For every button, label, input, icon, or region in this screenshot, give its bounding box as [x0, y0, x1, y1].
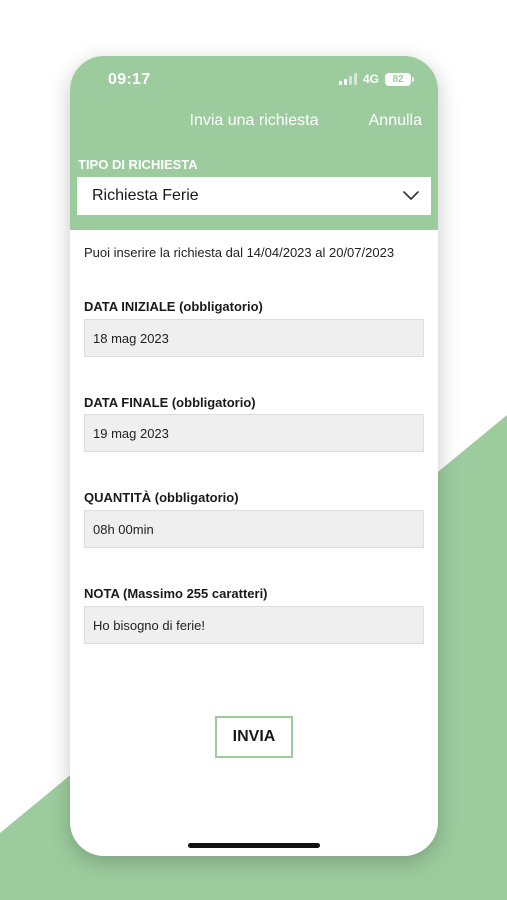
end-date-label: DATA FINALE (obbligatorio) — [84, 395, 256, 410]
note-field[interactable]: Ho bisogno di ferie! — [84, 606, 424, 644]
date-range-info: Puoi inserire la richiesta dal 14/04/202… — [84, 245, 395, 260]
signal-icon — [338, 73, 357, 85]
end-date-field[interactable]: 19 mag 2023 — [84, 414, 424, 452]
battery-icon: 82 — [385, 72, 414, 86]
network-type: 4G — [362, 72, 379, 86]
note-label: NOTA (Massimo 255 caratteri) — [84, 586, 268, 601]
cancel-button[interactable]: Annulla — [369, 112, 422, 130]
status-indicators: 4G 82 — [338, 72, 414, 86]
request-type-value: Richiesta Ferie — [92, 187, 199, 204]
battery-level: 82 — [385, 72, 411, 86]
quantity-field[interactable]: 08h 00min — [84, 510, 424, 548]
chevron-down-icon — [403, 191, 419, 200]
header: 09:17 4G 82 Invia una richiesta Annulla … — [70, 56, 438, 230]
submit-button[interactable]: INVIA — [215, 716, 293, 758]
home-indicator — [188, 843, 320, 848]
request-type-label: TIPO DI RICHIESTA — [78, 157, 198, 172]
phone-screen: 09:17 4G 82 Invia una richiesta Annulla … — [70, 56, 438, 856]
start-date-field[interactable]: 18 mag 2023 — [84, 319, 424, 357]
start-date-label: DATA INIZIALE (obbligatorio) — [84, 299, 263, 314]
quantity-label: QUANTITÀ (obbligatorio) — [84, 490, 239, 505]
status-time: 09:17 — [108, 71, 151, 88]
request-type-select[interactable]: Richiesta Ferie — [77, 177, 431, 215]
